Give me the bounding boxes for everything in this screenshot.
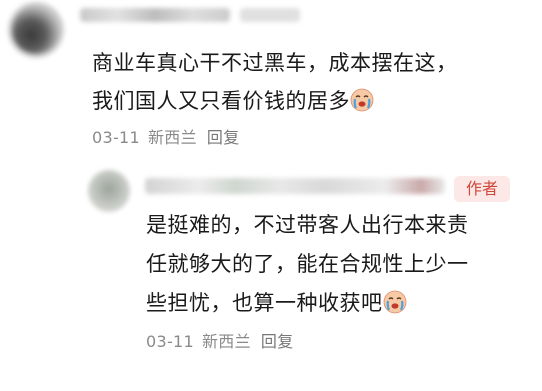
commenter-name-blurred[interactable]: [80, 8, 230, 22]
reply-text-line: 任就够大的了，能在合规性上少一: [146, 252, 469, 276]
reply-text: 是挺难的，不过带客人出行本来责 任就够大的了，能在合规性上少一 些担忧，也算一种…: [146, 206, 531, 327]
reply-location: 新西兰: [202, 332, 251, 351]
comment-location: 新西兰: [148, 128, 197, 147]
author-badge: 作者: [454, 176, 510, 202]
comment-text: 商业车真心干不过黑车，成本摆在这， 我们国人又只看价钱的居多: [92, 44, 522, 124]
crying-face-icon: [350, 86, 374, 124]
comment-meta: 03-11 新西兰 回复: [92, 124, 240, 148]
reply-button[interactable]: 回复: [261, 332, 294, 351]
reply-meta: 03-11 新西兰 回复: [146, 328, 294, 352]
reply-text-line: 些担忧，也算一种收获吧: [146, 284, 531, 327]
commenter-avatar[interactable]: [8, 2, 64, 58]
commenter-name-blurred-tail: [240, 8, 300, 22]
comment-date: 03-11: [92, 128, 140, 147]
reply-date: 03-11: [146, 332, 194, 351]
reply-text-line: 是挺难的，不过带客人出行本来责: [146, 213, 469, 237]
reply-button[interactable]: 回复: [207, 128, 240, 147]
author-avatar[interactable]: [88, 170, 130, 212]
crying-face-icon: [383, 288, 407, 327]
comment-text-line: 商业车真心干不过黑车，成本摆在这，: [92, 51, 458, 75]
author-name-blurred[interactable]: [145, 178, 445, 194]
comment-text-line: 我们国人又只看价钱的居多: [92, 82, 522, 124]
